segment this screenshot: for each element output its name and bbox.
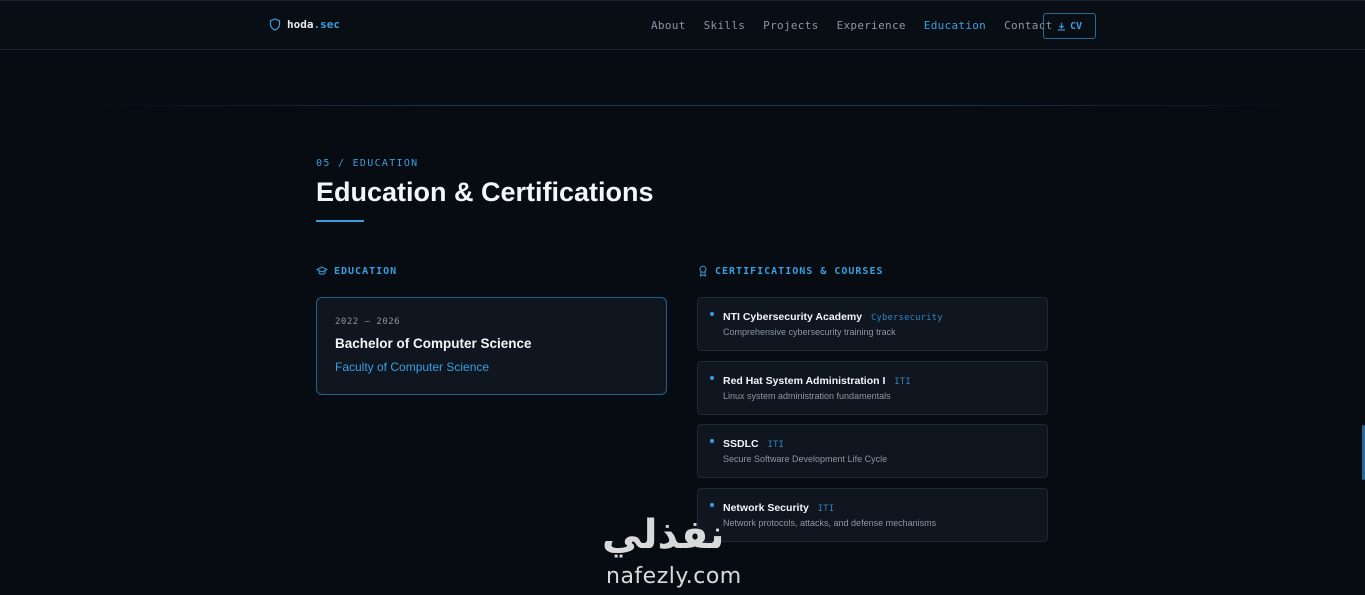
cert-description: Network protocols, attacks, and defense … (723, 518, 937, 528)
education-heading-label: EDUCATION (334, 265, 398, 277)
section-tag: 05 / EDUCATION (316, 158, 419, 169)
cert-tag: ITI (817, 504, 835, 514)
logo-name: hoda (287, 18, 314, 31)
cert-description: Linux system administration fundamentals (723, 391, 891, 401)
nav-links: About Skills Projects Experience Educati… (651, 19, 1071, 32)
bullet-dot (710, 312, 714, 316)
cv-label: CV (1069, 20, 1083, 32)
cert-description: Secure Software Development Life Cycle (723, 454, 888, 464)
cert-card: Red Hat System Administration I ITI Linu… (697, 361, 1048, 415)
cert-title: NTI Cybersecurity Academy (723, 311, 863, 323)
cert-tag: ITI (894, 377, 911, 387)
section-divider (80, 105, 1310, 106)
bullet-dot (710, 376, 714, 380)
shield-icon (269, 18, 281, 31)
cert-description: Comprehensive cybersecurity training tra… (723, 327, 896, 337)
award-icon (699, 265, 707, 277)
page-title: Education & Certifications (316, 177, 654, 207)
cert-title: Network Security (723, 502, 809, 514)
nav-link-experience[interactable]: Experience (837, 19, 906, 32)
cert-card: NTI Cybersecurity Academy Cybersecurity … (697, 297, 1048, 351)
top-navbar: hoda.sec About Skills Projects Experienc… (0, 0, 1365, 50)
education-degree: Bachelor of Computer Science (335, 336, 532, 351)
certifications-heading: CERTIFICATIONS & COURSES (697, 265, 884, 277)
download-cv-button[interactable]: CV (1043, 13, 1096, 39)
logo[interactable]: hoda.sec (269, 18, 340, 31)
nav-link-projects[interactable]: Projects (763, 19, 818, 32)
education-heading: EDUCATION (316, 265, 397, 277)
education-faculty: Faculty of Computer Science (335, 360, 490, 374)
nav-link-about[interactable]: About (651, 19, 686, 32)
cert-card: Network Security ITI Network protocols, … (697, 488, 1048, 542)
cert-card: SSDLC ITI Secure Software Development Li… (697, 424, 1048, 478)
download-icon (1057, 22, 1066, 30)
cert-title: SSDLC (723, 438, 759, 450)
graduation-cap-icon (316, 266, 328, 275)
certifications-heading-label: CERTIFICATIONS & COURSES (715, 265, 884, 277)
bullet-dot (710, 439, 714, 443)
title-underline (316, 220, 364, 222)
cert-tag: Cybersecurity (871, 313, 943, 323)
watermark-latin: nafezly.com (606, 564, 742, 589)
nav-link-education[interactable]: Education (924, 19, 986, 32)
education-card: 2022 – 2026 Bachelor of Computer Science… (316, 297, 667, 395)
cert-title: Red Hat System Administration I (723, 375, 886, 387)
logo-accent: .sec (313, 18, 341, 31)
nav-link-skills[interactable]: Skills (704, 19, 746, 32)
cert-tag: ITI (767, 440, 785, 450)
education-years: 2022 – 2026 (335, 317, 401, 327)
bullet-dot (710, 503, 714, 507)
